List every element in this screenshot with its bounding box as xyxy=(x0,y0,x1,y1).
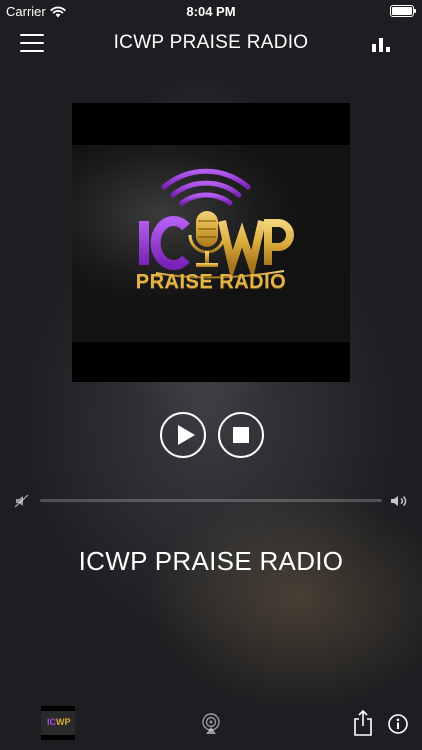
stop-icon xyxy=(233,427,249,443)
share-icon[interactable] xyxy=(352,710,374,736)
nav-title: ICWP PRAISE RADIO xyxy=(113,32,309,53)
status-time: 8:04 PM xyxy=(186,4,236,19)
info-icon[interactable] xyxy=(388,714,408,734)
logo-text-bottom: PRAISE RADIO xyxy=(135,271,287,293)
play-icon xyxy=(178,425,195,445)
bottom-toolbar: ICWP xyxy=(0,700,422,750)
playback-controls xyxy=(0,412,422,458)
station-thumbnail[interactable]: ICWP xyxy=(41,706,75,740)
play-button[interactable] xyxy=(160,412,206,458)
volume-high-icon xyxy=(391,495,407,507)
nav-bar: ICWP PRAISE RADIO xyxy=(0,26,422,60)
equalizer-icon[interactable] xyxy=(372,38,392,52)
album-artwork: PRAISE RADIO xyxy=(72,103,350,382)
volume-slider[interactable] xyxy=(40,499,382,502)
station-name: ICWP PRAISE RADIO xyxy=(78,546,344,576)
stop-button[interactable] xyxy=(218,412,264,458)
battery-icon xyxy=(390,5,416,17)
airplay-icon[interactable] xyxy=(199,712,223,736)
volume-control xyxy=(0,492,422,510)
status-bar: Carrier 8:04 PM xyxy=(0,0,422,22)
station-logo xyxy=(139,168,294,280)
volume-mute-icon xyxy=(14,494,29,508)
